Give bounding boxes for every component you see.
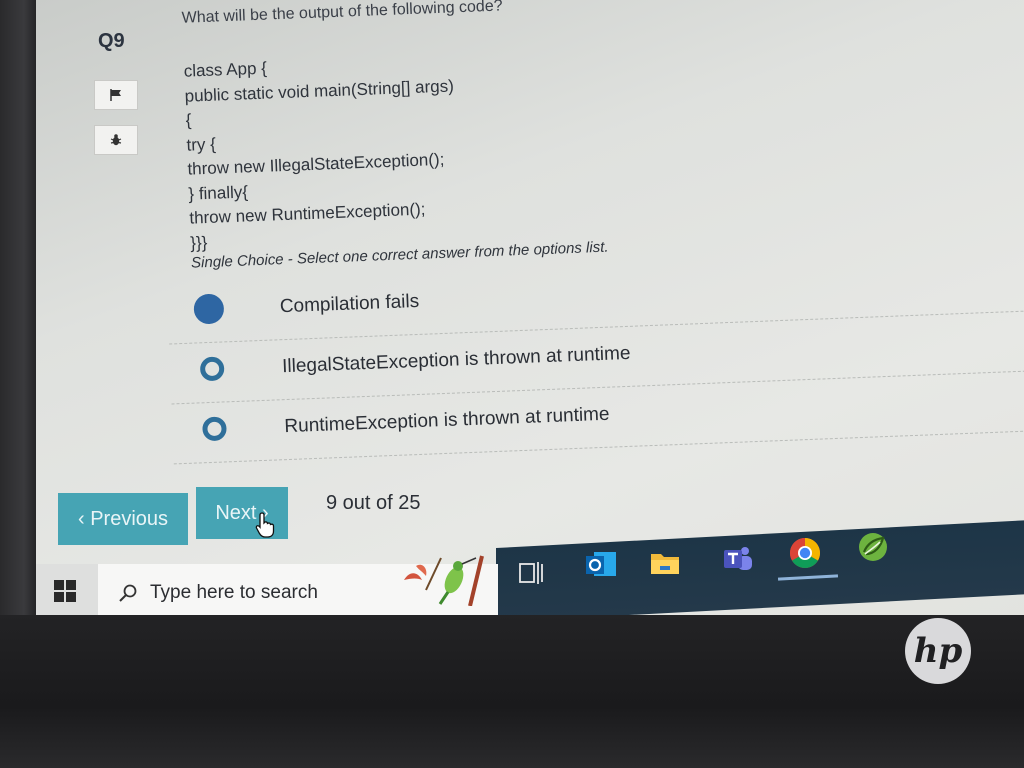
search-placeholder: Type here to search	[150, 582, 318, 603]
code-line: public static void main(String[] args)	[184, 75, 455, 106]
screen: Q9 What will be the output of the follow…	[36, 0, 1024, 622]
code-line: throw new RuntimeException();	[189, 199, 426, 228]
code-line: }}}	[189, 232, 208, 253]
monitor-bezel-left	[0, 0, 40, 640]
question-text: What will be the output of the following…	[181, 0, 503, 27]
hp-logo-text: hp	[913, 631, 963, 671]
windows-taskbar: Type here to search	[36, 520, 1024, 622]
outlook-icon[interactable]	[584, 548, 618, 582]
progress-indicator: 9 out of 25	[326, 492, 421, 514]
answer-label: RuntimeException is thrown at runtime	[284, 403, 610, 438]
chrome-icon[interactable]	[788, 536, 822, 570]
monitor-bezel-bottom	[0, 615, 1024, 768]
hand-cursor-icon	[255, 512, 275, 538]
code-line: } finally{	[188, 181, 249, 204]
code-line: throw new IllegalStateException();	[187, 149, 445, 179]
hp-logo: hp	[905, 618, 971, 684]
search-icon	[119, 584, 137, 602]
answer-label: Compilation fails	[279, 290, 420, 318]
question-area: What will be the output of the following…	[166, 0, 1024, 470]
radio-unselected[interactable]	[199, 356, 225, 382]
teams-icon[interactable]	[720, 542, 754, 576]
radio-unselected[interactable]	[202, 416, 227, 442]
file-explorer-icon[interactable]	[648, 546, 682, 580]
code-line: {	[185, 110, 192, 130]
search-highlight-illustration	[404, 555, 484, 606]
question-number: Q9	[98, 30, 125, 52]
code-line: class App {	[183, 58, 268, 81]
code-line: try {	[186, 134, 217, 155]
flag-icon	[110, 89, 121, 101]
answer-label: IllegalStateException is thrown at runti…	[281, 342, 631, 378]
radio-selected[interactable]	[193, 293, 225, 325]
code-block: class App { public static void main(Stri…	[183, 49, 460, 255]
bug-icon	[110, 134, 122, 146]
report-bug-button[interactable]	[94, 125, 138, 155]
task-view-icon[interactable]	[514, 556, 548, 590]
flag-question-button[interactable]	[94, 80, 138, 110]
spring-tool-icon[interactable]	[856, 530, 890, 564]
previous-button[interactable]: ‹ Previous	[58, 493, 188, 545]
windows-start-icon[interactable]	[54, 580, 76, 602]
